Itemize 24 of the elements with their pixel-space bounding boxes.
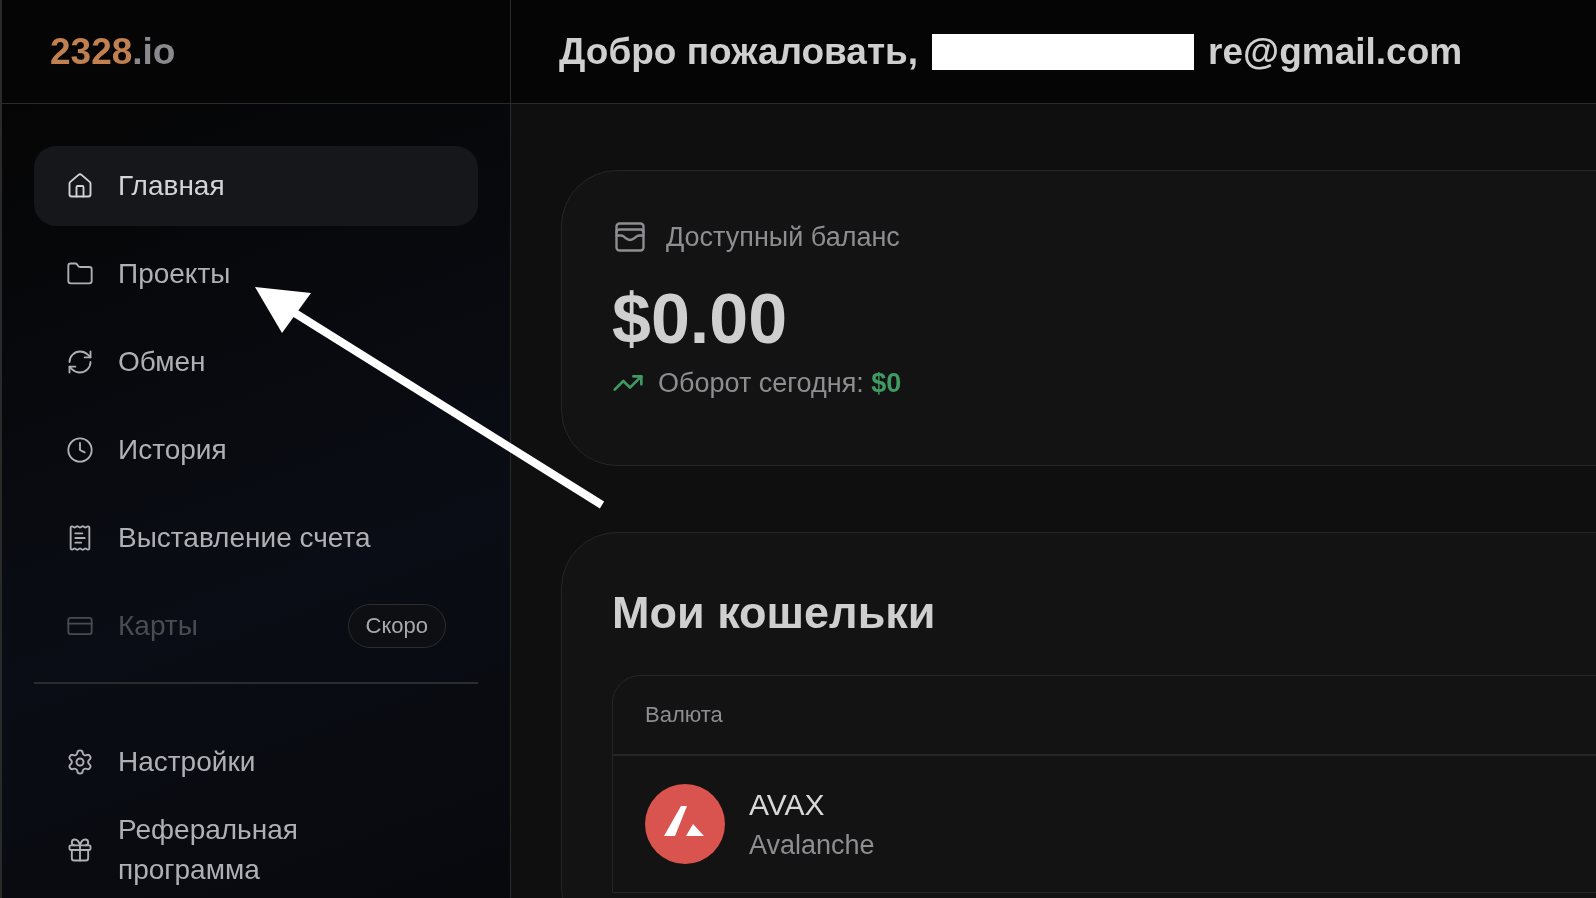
- sidebar-item[interactable]: Проекты: [34, 234, 478, 314]
- sidebar-item[interactable]: Реферальная программа: [34, 810, 478, 890]
- sidebar-item[interactable]: Выставление счета: [34, 498, 478, 578]
- coin-symbol: AVAX: [749, 787, 826, 822]
- gift-icon: [66, 836, 94, 864]
- balance-amount: $0.00: [612, 279, 789, 359]
- turnover-text: Оборот сегодня: $0: [658, 367, 902, 399]
- wallets-title: Мои кошельки: [612, 587, 937, 639]
- logo[interactable]: 2328.io: [50, 30, 176, 73]
- sidebar-item[interactable]: Обмен: [34, 322, 478, 402]
- sidebar-item[interactable]: Настройки: [34, 722, 478, 802]
- sidebar-item[interactable]: Главная: [34, 146, 478, 226]
- clock-icon: [66, 436, 94, 464]
- welcome-title: Добро пожаловать,: [559, 30, 919, 73]
- coin-name: Avalanche: [749, 829, 875, 861]
- wallet-icon: [612, 219, 648, 255]
- refresh-icon: [66, 348, 94, 376]
- balance-label: Доступный баланс: [666, 221, 900, 253]
- column-header: Валюта: [613, 676, 1596, 756]
- sidebar-item[interactable]: История: [34, 410, 478, 490]
- home-icon: [66, 172, 94, 200]
- settings-icon: [66, 748, 94, 776]
- soon-badge: Скоро: [347, 604, 446, 648]
- user-email: re@gmail.com: [1208, 30, 1463, 73]
